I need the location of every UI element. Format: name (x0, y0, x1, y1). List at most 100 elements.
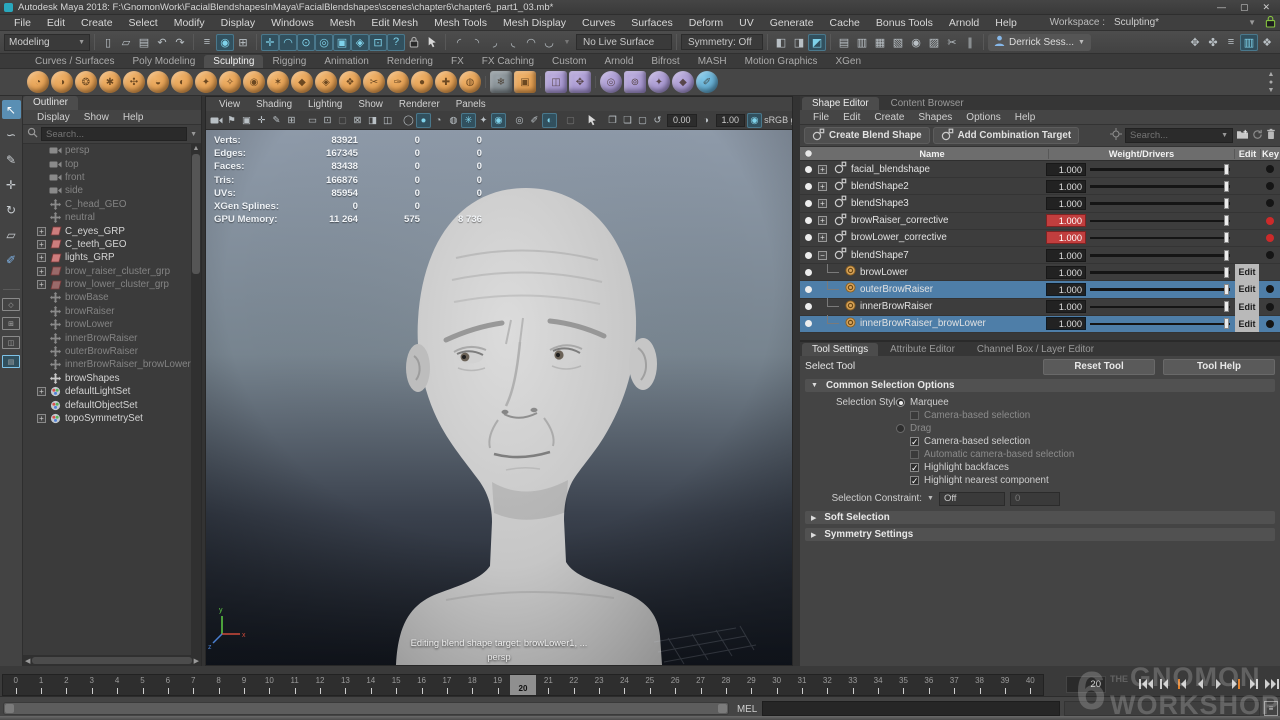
outliner-item-brow_lower_cluster_grp[interactable]: +brow_lower_cluster_grp (23, 278, 201, 291)
expand-icon[interactable]: + (818, 233, 827, 242)
maximize-button[interactable]: ▢ (1240, 2, 1249, 13)
weight-slider[interactable] (1088, 213, 1234, 228)
expand-icon[interactable]: + (818, 199, 827, 208)
shelf-tool-flatten-tool[interactable]: ◐ (171, 71, 193, 93)
shape-row-facial_blendshape[interactable]: +facial_blendshape1.000 (800, 161, 1280, 178)
outliner-search-input[interactable] (41, 127, 187, 141)
weight-value-field[interactable]: 1.000 (1046, 180, 1086, 193)
menu-create[interactable]: Create (73, 17, 121, 29)
shelf-tool-pose-tool[interactable]: ✥ (569, 71, 591, 93)
weight-value-field[interactable]: 1.000 (1046, 197, 1086, 210)
frame-24[interactable]: 24 (612, 675, 637, 695)
frame-11[interactable]: 11 (282, 675, 307, 695)
shape-row-innerBrowRaiser[interactable]: innerBrowRaiser1.000Edit (800, 299, 1280, 316)
frame-40[interactable]: 40 (1018, 675, 1043, 695)
shape-editor-tab-content-browser[interactable]: Content Browser (881, 97, 974, 110)
visibility-toggle[interactable] (800, 234, 816, 241)
tab-tool-settings[interactable]: Tool Settings (802, 343, 878, 356)
shelf-tab-fx[interactable]: FX (442, 55, 473, 68)
outliner-menu-show[interactable]: Show (78, 112, 115, 123)
expand-icon[interactable]: + (818, 216, 827, 225)
save-scene-icon[interactable]: ▤ (135, 34, 153, 51)
select-object-icon[interactable]: ◉ (216, 34, 234, 51)
frame-13[interactable]: 13 (333, 675, 358, 695)
option-highlight-backfaces[interactable]: ✓Highlight backfaces (800, 461, 1280, 474)
shelf-tab-bifrost[interactable]: Bifrost (642, 55, 688, 68)
reset-tool-button[interactable]: Reset Tool (1043, 359, 1155, 375)
exposure-value[interactable]: 0.00 (667, 114, 697, 127)
universal-manipulator-icon[interactable]: ⊡ (369, 34, 387, 51)
weight-slider[interactable] (1088, 179, 1234, 194)
menu-curves[interactable]: Curves (574, 17, 623, 29)
edit-button[interactable]: Edit (1235, 281, 1259, 298)
frame-29[interactable]: 29 (739, 675, 764, 695)
script-editor-icon[interactable]: ≡ (1264, 701, 1278, 716)
expand-icon[interactable]: + (37, 280, 46, 289)
shelf-tool-fill-tool[interactable]: ❖ (339, 71, 361, 93)
snap-to-projected-center-icon[interactable]: ◎ (315, 34, 333, 51)
viewport-menu-renderer[interactable]: Renderer (392, 99, 447, 110)
gamma-icon[interactable]: ◑ (699, 113, 714, 128)
weight-slider[interactable] (1088, 230, 1234, 245)
menu-mesh-display[interactable]: Mesh Display (495, 17, 574, 29)
layout-persp-outliner[interactable]: ▤ (2, 355, 20, 368)
expand-icon[interactable]: + (37, 387, 46, 396)
checkbox-icon[interactable]: ✓ (910, 437, 919, 446)
shadows-icon[interactable]: ✳ (461, 113, 476, 128)
weight-slider[interactable] (1088, 282, 1234, 297)
select-component-icon[interactable]: ⊞ (234, 34, 252, 51)
play-backwards-button[interactable] (1192, 675, 1208, 692)
shelf-tab-curves-surfaces[interactable]: Curves / Surfaces (26, 55, 123, 68)
image-plane-icon[interactable]: ▣ (239, 113, 254, 128)
frame-38[interactable]: 38 (967, 675, 992, 695)
bookmark-icon[interactable]: ⚑ (224, 113, 239, 128)
weight-slider[interactable] (1088, 196, 1234, 211)
weight-slider[interactable] (1088, 162, 1234, 177)
edit-button[interactable]: Edit (1235, 298, 1259, 315)
outliner-item-outerBrowRaiser[interactable]: outerBrowRaiser (23, 345, 201, 358)
textured-icon[interactable]: ◔ (431, 113, 446, 128)
outliner-tab[interactable]: Outliner (23, 96, 201, 110)
viewport-menu-view[interactable]: View (212, 99, 247, 110)
range-slider[interactable] (3, 702, 729, 715)
menu-display[interactable]: Display (213, 17, 263, 29)
frame-10[interactable]: 10 (257, 675, 282, 695)
visibility-toggle[interactable] (800, 166, 816, 173)
tab-attribute-editor[interactable]: Attribute Editor (880, 343, 965, 356)
frame-1[interactable]: 1 (28, 675, 53, 695)
menu-help[interactable]: Help (987, 17, 1025, 29)
undo-icon[interactable]: ↶ (153, 34, 171, 51)
shape-editor-menu-shapes[interactable]: Shapes (911, 112, 959, 123)
outliner-item-defaultLightSet[interactable]: +defaultLightSet (23, 385, 201, 398)
frame-3[interactable]: 3 (79, 675, 104, 695)
wireframe-icon[interactable]: ◯ (401, 113, 416, 128)
shelf-tab-motion-graphics[interactable]: Motion Graphics (736, 55, 827, 68)
layout-two-pane[interactable]: ◫ (2, 336, 20, 349)
expand-icon[interactable]: + (37, 227, 46, 236)
open-render-view-icon[interactable]: ◧ (772, 34, 790, 51)
isolate-select-icon[interactable]: ◐ (542, 113, 557, 128)
shelf-tool-paint-brush[interactable]: ✐ (696, 71, 718, 93)
expand-icon[interactable]: + (37, 253, 46, 262)
menu-surfaces[interactable]: Surfaces (623, 17, 680, 29)
step-back-frame-button[interactable] (1156, 675, 1172, 692)
redo-icon[interactable]: ↷ (171, 34, 189, 51)
viewport-menu-lighting[interactable]: Lighting (301, 99, 349, 110)
select-tool[interactable]: ↖ (2, 100, 21, 119)
step-forward-key-button[interactable] (1228, 675, 1244, 692)
move-tool[interactable]: ✛ (2, 175, 21, 194)
outliner-item-topoSymmetrySet[interactable]: +topoSymmetrySet (23, 412, 201, 425)
minimize-button[interactable]: — (1217, 2, 1226, 13)
key-dot[interactable] (1266, 234, 1274, 242)
channel-box-toggle-icon[interactable]: ≡ (1222, 34, 1240, 51)
pause-icon[interactable]: ∥ (961, 34, 979, 51)
curve-history-icon[interactable]: ◟ (504, 34, 522, 51)
layout-four-pane[interactable]: ⊞ (2, 317, 20, 330)
toon-shader-icon[interactable]: ◉ (907, 34, 925, 51)
outliner-item-side[interactable]: side (23, 184, 201, 197)
frame-26[interactable]: 26 (663, 675, 688, 695)
shelf-tool-smooth-tool[interactable]: ❂ (75, 71, 97, 93)
snap-help-icon[interactable]: ? (387, 34, 405, 51)
make-live-icon[interactable]: ◈ (351, 34, 369, 51)
menu-windows[interactable]: Windows (263, 17, 322, 29)
